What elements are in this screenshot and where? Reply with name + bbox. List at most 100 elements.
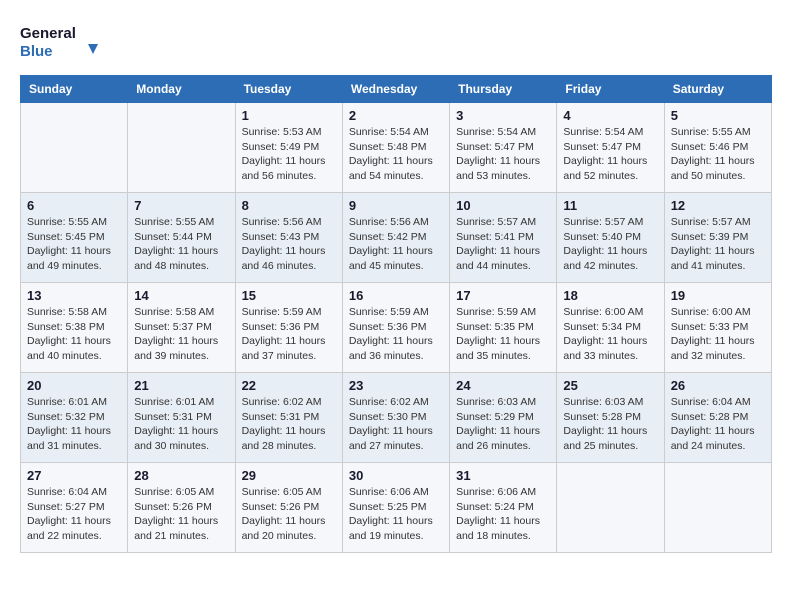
day-detail: Sunrise: 5:58 AMSunset: 5:38 PMDaylight:…	[27, 305, 121, 364]
day-detail: Sunrise: 6:04 AMSunset: 5:28 PMDaylight:…	[671, 395, 765, 454]
day-cell: 1Sunrise: 5:53 AMSunset: 5:49 PMDaylight…	[235, 103, 342, 193]
day-detail: Sunrise: 6:01 AMSunset: 5:32 PMDaylight:…	[27, 395, 121, 454]
header-cell-monday: Monday	[128, 76, 235, 103]
day-detail: Sunrise: 5:55 AMSunset: 5:45 PMDaylight:…	[27, 215, 121, 274]
day-cell: 11Sunrise: 5:57 AMSunset: 5:40 PMDayligh…	[557, 193, 664, 283]
day-cell: 30 Sunrise: 6:06 AMSunset: 5:25 PMDayligh…	[342, 463, 449, 553]
week-row-4: 27 Sunrise: 6:04 AMSunset: 5:27 PMDayligh…	[21, 463, 772, 553]
day-detail: Sunrise: 5:59 AMSunset: 5:36 PMDaylight:…	[242, 305, 336, 364]
day-cell: 10 Sunrise: 5:57 AMSunset: 5:41 PMDayligh…	[450, 193, 557, 283]
page-header: General Blue	[20, 20, 772, 65]
day-detail: Sunrise: 6:04 AMSunset: 5:27 PMDaylight:…	[27, 485, 121, 544]
day-detail: Sunrise: 5:59 AMSunset: 5:35 PMDaylight:…	[456, 305, 550, 364]
day-number: 18	[563, 288, 657, 303]
day-cell	[557, 463, 664, 553]
day-detail: Sunrise: 6:01 AMSunset: 5:31 PMDaylight:…	[134, 395, 228, 454]
logo: General Blue	[20, 20, 100, 65]
day-detail: Sunrise: 5:56 AMSunset: 5:42 PMDaylight:…	[349, 215, 443, 274]
day-number: 23	[349, 378, 443, 393]
day-detail: Sunrise: 6:03 AMSunset: 5:28 PMDaylight:…	[563, 395, 657, 454]
day-detail: Sunrise: 5:54 AMSunset: 5:48 PMDaylight:…	[349, 125, 443, 184]
day-cell: 3 Sunrise: 5:54 AMSunset: 5:47 PMDaylight…	[450, 103, 557, 193]
day-detail: Sunrise: 6:00 AMSunset: 5:34 PMDaylight:…	[563, 305, 657, 364]
day-detail: Sunrise: 5:53 AMSunset: 5:49 PMDaylight:…	[242, 125, 336, 184]
day-cell: 24Sunrise: 6:03 AMSunset: 5:29 PMDayligh…	[450, 373, 557, 463]
day-number: 14	[134, 288, 228, 303]
svg-text:Blue: Blue	[20, 43, 53, 60]
day-cell: 15 Sunrise: 5:59 AMSunset: 5:36 PMDayligh…	[235, 283, 342, 373]
day-detail: Sunrise: 5:59 AMSunset: 5:36 PMDaylight:…	[349, 305, 443, 364]
day-detail: Sunrise: 6:06 AMSunset: 5:25 PMDaylight:…	[349, 485, 443, 544]
day-detail: Sunrise: 5:57 AMSunset: 5:41 PMDaylight:…	[456, 215, 550, 274]
day-number: 19	[671, 288, 765, 303]
day-cell: 27 Sunrise: 6:04 AMSunset: 5:27 PMDayligh…	[21, 463, 128, 553]
day-detail: Sunrise: 6:05 AMSunset: 5:26 PMDaylight:…	[134, 485, 228, 544]
day-number: 6	[27, 198, 121, 213]
day-detail: Sunrise: 5:58 AMSunset: 5:37 PMDaylight:…	[134, 305, 228, 364]
day-detail: Sunrise: 6:02 AMSunset: 5:30 PMDaylight:…	[349, 395, 443, 454]
day-number: 5	[671, 108, 765, 123]
day-number: 31	[456, 468, 550, 483]
day-cell: 23 Sunrise: 6:02 AMSunset: 5:30 PMDayligh…	[342, 373, 449, 463]
day-number: 17	[456, 288, 550, 303]
day-cell: 22Sunrise: 6:02 AMSunset: 5:31 PMDayligh…	[235, 373, 342, 463]
header-cell-tuesday: Tuesday	[235, 76, 342, 103]
day-cell: 21Sunrise: 6:01 AMSunset: 5:31 PMDayligh…	[128, 373, 235, 463]
day-cell: 14 Sunrise: 5:58 AMSunset: 5:37 PMDayligh…	[128, 283, 235, 373]
day-cell: 20Sunrise: 6:01 AMSunset: 5:32 PMDayligh…	[21, 373, 128, 463]
week-row-1: 6 Sunrise: 5:55 AMSunset: 5:45 PMDaylight…	[21, 193, 772, 283]
svg-text:General: General	[20, 25, 76, 42]
day-cell: 6 Sunrise: 5:55 AMSunset: 5:45 PMDaylight…	[21, 193, 128, 283]
header-cell-wednesday: Wednesday	[342, 76, 449, 103]
header-cell-saturday: Saturday	[664, 76, 771, 103]
day-cell: 25 Sunrise: 6:03 AMSunset: 5:28 PMDayligh…	[557, 373, 664, 463]
day-number: 15	[242, 288, 336, 303]
day-number: 9	[349, 198, 443, 213]
day-number: 8	[242, 198, 336, 213]
day-detail: Sunrise: 6:00 AMSunset: 5:33 PMDaylight:…	[671, 305, 765, 364]
day-number: 10	[456, 198, 550, 213]
day-number: 30	[349, 468, 443, 483]
day-number: 13	[27, 288, 121, 303]
day-number: 22	[242, 378, 336, 393]
day-cell: 26 Sunrise: 6:04 AMSunset: 5:28 PMDayligh…	[664, 373, 771, 463]
week-row-0: 1Sunrise: 5:53 AMSunset: 5:49 PMDaylight…	[21, 103, 772, 193]
day-detail: Sunrise: 5:55 AMSunset: 5:46 PMDaylight:…	[671, 125, 765, 184]
day-cell	[664, 463, 771, 553]
day-number: 3	[456, 108, 550, 123]
day-cell: 2 Sunrise: 5:54 AMSunset: 5:48 PMDaylight…	[342, 103, 449, 193]
day-number: 28	[134, 468, 228, 483]
day-cell: 9 Sunrise: 5:56 AMSunset: 5:42 PMDaylight…	[342, 193, 449, 283]
day-number: 7	[134, 198, 228, 213]
day-cell: 8 Sunrise: 5:56 AMSunset: 5:43 PMDaylight…	[235, 193, 342, 283]
day-cell: 16 Sunrise: 5:59 AMSunset: 5:36 PMDayligh…	[342, 283, 449, 373]
day-number: 16	[349, 288, 443, 303]
day-number: 2	[349, 108, 443, 123]
day-number: 11	[563, 198, 657, 213]
header-cell-thursday: Thursday	[450, 76, 557, 103]
day-detail: Sunrise: 5:54 AMSunset: 5:47 PMDaylight:…	[456, 125, 550, 184]
day-detail: Sunrise: 6:05 AMSunset: 5:26 PMDaylight:…	[242, 485, 336, 544]
day-detail: Sunrise: 5:54 AMSunset: 5:47 PMDaylight:…	[563, 125, 657, 184]
day-number: 29	[242, 468, 336, 483]
day-detail: Sunrise: 5:55 AMSunset: 5:44 PMDaylight:…	[134, 215, 228, 274]
header-cell-friday: Friday	[557, 76, 664, 103]
generalblue-logo: General Blue	[20, 20, 100, 65]
header-row: SundayMondayTuesdayWednesdayThursdayFrid…	[21, 76, 772, 103]
day-cell: 29 Sunrise: 6:05 AMSunset: 5:26 PMDayligh…	[235, 463, 342, 553]
day-cell	[21, 103, 128, 193]
day-cell: 19 Sunrise: 6:00 AMSunset: 5:33 PMDayligh…	[664, 283, 771, 373]
day-detail: Sunrise: 6:06 AMSunset: 5:24 PMDaylight:…	[456, 485, 550, 544]
day-detail: Sunrise: 5:56 AMSunset: 5:43 PMDaylight:…	[242, 215, 336, 274]
day-cell: 5 Sunrise: 5:55 AMSunset: 5:46 PMDaylight…	[664, 103, 771, 193]
day-cell	[128, 103, 235, 193]
day-cell: 7 Sunrise: 5:55 AMSunset: 5:44 PMDaylight…	[128, 193, 235, 283]
day-number: 4	[563, 108, 657, 123]
day-number: 26	[671, 378, 765, 393]
day-cell: 4 Sunrise: 5:54 AMSunset: 5:47 PMDaylight…	[557, 103, 664, 193]
day-number: 27	[27, 468, 121, 483]
day-number: 25	[563, 378, 657, 393]
week-row-3: 20Sunrise: 6:01 AMSunset: 5:32 PMDayligh…	[21, 373, 772, 463]
day-number: 12	[671, 198, 765, 213]
day-cell: 12Sunrise: 5:57 AMSunset: 5:39 PMDayligh…	[664, 193, 771, 283]
